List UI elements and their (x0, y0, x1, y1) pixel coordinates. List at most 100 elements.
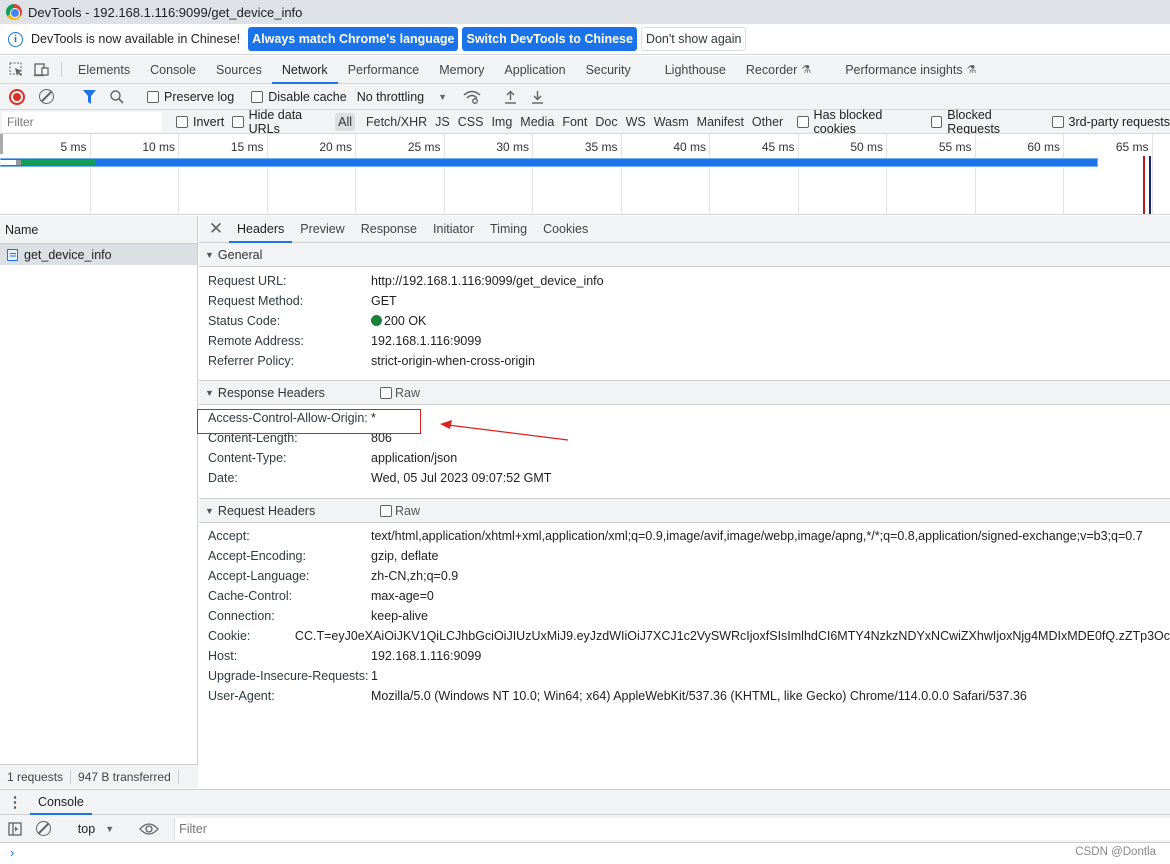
panel-tabbar: Elements Console Sources Network Perform… (0, 56, 1170, 84)
import-har-icon[interactable] (504, 90, 517, 104)
always-match-language-button[interactable]: Always match Chrome's language (248, 27, 459, 51)
inspect-element-icon[interactable] (3, 56, 29, 83)
context-select[interactable]: top ▼ (78, 822, 114, 836)
network-filter-input[interactable] (2, 111, 162, 132)
tab-response[interactable]: Response (353, 216, 425, 242)
filter-type-doc[interactable]: Doc (591, 115, 621, 129)
timeline-gridline (974, 134, 976, 214)
tab-network[interactable]: Network (271, 56, 338, 84)
request-row[interactable]: get_device_info (0, 244, 197, 265)
clear-icon[interactable] (39, 89, 54, 104)
filter-type-ws[interactable]: WS (622, 115, 650, 129)
blocked-requests-checkbox[interactable]: Blocked Requests (930, 107, 1042, 136)
timeline-gridline (178, 134, 179, 214)
general-section: Request URL: http://192.168.1.116:9099/ge… (199, 267, 1170, 381)
filter-type-img[interactable]: Img (487, 115, 516, 129)
filter-type-media[interactable]: Media (516, 115, 558, 129)
checkbox-box[interactable] (1051, 115, 1064, 128)
tab-console[interactable]: Console (140, 56, 206, 83)
header-key: Upgrade-Insecure-Requests: (208, 669, 369, 683)
close-icon[interactable]: ✕ (207, 216, 225, 242)
tab-recorder-label: Recorder (745, 62, 798, 77)
drawer-tabbar: ⋮ Console (0, 790, 1170, 815)
invert-checkbox[interactable]: Invert (176, 115, 224, 129)
response-headers-title: Response Headers (217, 385, 325, 400)
request-raw-checkbox[interactable]: Raw (380, 504, 420, 518)
tab-cookies[interactable]: Cookies (535, 216, 596, 242)
header-value: http://192.168.1.116:9099/get_device_inf… (371, 274, 604, 288)
tab-elements[interactable]: Elements (68, 56, 140, 83)
request-headers-section-header[interactable]: ▼ Request Headers Raw (199, 499, 1170, 523)
tab-memory[interactable]: Memory (429, 56, 494, 83)
console-prompt-icon[interactable]: › (0, 843, 1170, 860)
request-header-row: Host: 192.168.1.116:9099 (199, 646, 1170, 666)
request-headers-title: Request Headers (217, 503, 316, 518)
header-key: Referrer Policy: (208, 354, 295, 368)
filter-funnel-icon[interactable] (83, 89, 96, 104)
tab-timing[interactable]: Timing (482, 216, 535, 242)
hide-data-urls-checkbox[interactable]: Hide data URLs (232, 108, 331, 136)
preserve-log-checkbox[interactable]: Preserve log (147, 90, 234, 104)
tab-performance-insights[interactable]: Performance insights ⚗ (835, 56, 986, 83)
filter-type-wasm[interactable]: Wasm (650, 115, 693, 129)
has-blocked-cookies-checkbox[interactable]: Has blocked cookies (797, 108, 921, 136)
request-timeline-bar[interactable] (0, 158, 1099, 167)
device-toolbar-icon[interactable] (29, 56, 55, 83)
filter-type-js[interactable]: JS (431, 115, 454, 129)
tab-performance[interactable]: Performance (338, 56, 430, 83)
filter-type-all[interactable]: All (335, 112, 356, 131)
more-menu-icon[interactable]: ⋮ (0, 790, 30, 814)
response-header-row: Content-Type: application/json (199, 448, 1170, 468)
checkbox-box[interactable] (930, 115, 943, 128)
header-key: Connection: (208, 609, 275, 623)
general-row: Referrer Policy: strict-origin-when-cross… (199, 351, 1170, 371)
general-row: Request URL: http://192.168.1.116:9099/ge… (199, 271, 1170, 291)
record-icon[interactable] (9, 88, 25, 105)
header-key: Remote Address: (208, 334, 304, 348)
timeline-gridline (797, 134, 799, 214)
switch-to-chinese-button[interactable]: Switch DevTools to Chinese (462, 27, 637, 51)
checkbox-box[interactable] (380, 386, 392, 399)
tab-sources[interactable]: Sources (206, 56, 272, 83)
window-titlebar: DevTools - 192.168.1.116:9099/get_device… (0, 0, 1170, 24)
export-har-icon[interactable] (531, 90, 544, 104)
header-value: 192.168.1.116:9099 (371, 649, 482, 663)
checkbox-box[interactable] (797, 115, 809, 128)
live-expression-eye-icon[interactable] (139, 822, 159, 836)
third-party-checkbox[interactable]: 3rd-party requests (1051, 115, 1170, 129)
network-conditions-icon[interactable] (463, 90, 481, 104)
filter-type-css[interactable]: CSS (454, 115, 488, 129)
checkbox-box[interactable] (176, 115, 188, 128)
network-overview-timeline[interactable]: 5 ms 10 ms 15 ms 20 ms 25 ms 30 ms 35 ms 40 ms 4… (0, 134, 1170, 215)
general-section-header[interactable]: ▼ General (199, 243, 1170, 267)
tab-lighthouse[interactable]: Lighthouse (655, 56, 736, 83)
console-filter-input[interactable] (174, 817, 1170, 840)
drawer-tab-console[interactable]: Console (30, 790, 92, 815)
tab-recorder[interactable]: Recorder ⚗ (736, 56, 821, 83)
throttling-select[interactable]: No throttling ▼ (357, 90, 447, 104)
response-raw-checkbox[interactable]: Raw (380, 386, 420, 400)
checkbox-box[interactable] (232, 115, 244, 128)
tab-application[interactable]: Application (494, 56, 575, 83)
checkbox-box[interactable] (147, 90, 159, 103)
overview-resize-handle[interactable] (0, 134, 3, 154)
clear-console-icon[interactable] (36, 821, 51, 836)
search-icon[interactable] (110, 89, 124, 104)
checkbox-box[interactable] (251, 90, 264, 103)
disable-cache-checkbox[interactable]: Disable cache (251, 90, 347, 104)
tab-headers[interactable]: Headers (229, 216, 293, 243)
tab-preview[interactable]: Preview (292, 216, 352, 242)
invert-label: Invert (193, 114, 225, 129)
filter-type-manifest[interactable]: Manifest (693, 115, 748, 129)
filter-type-other[interactable]: Other (748, 115, 787, 129)
dont-show-again-button[interactable]: Don't show again (640, 27, 747, 51)
filter-type-font[interactable]: Font (558, 115, 591, 129)
sidebar-toggle-icon[interactable] (8, 821, 22, 836)
tab-initiator[interactable]: Initiator (425, 216, 482, 242)
name-column-header[interactable]: Name (0, 216, 197, 244)
tab-security[interactable]: Security (576, 56, 641, 83)
response-headers-section-header[interactable]: ▼ Response Headers Raw (199, 381, 1170, 405)
blocked-requests-label: Blocked Requests (947, 107, 1001, 136)
filter-type-fetch-xhr[interactable]: Fetch/XHR (362, 115, 431, 129)
checkbox-box[interactable] (380, 504, 392, 517)
